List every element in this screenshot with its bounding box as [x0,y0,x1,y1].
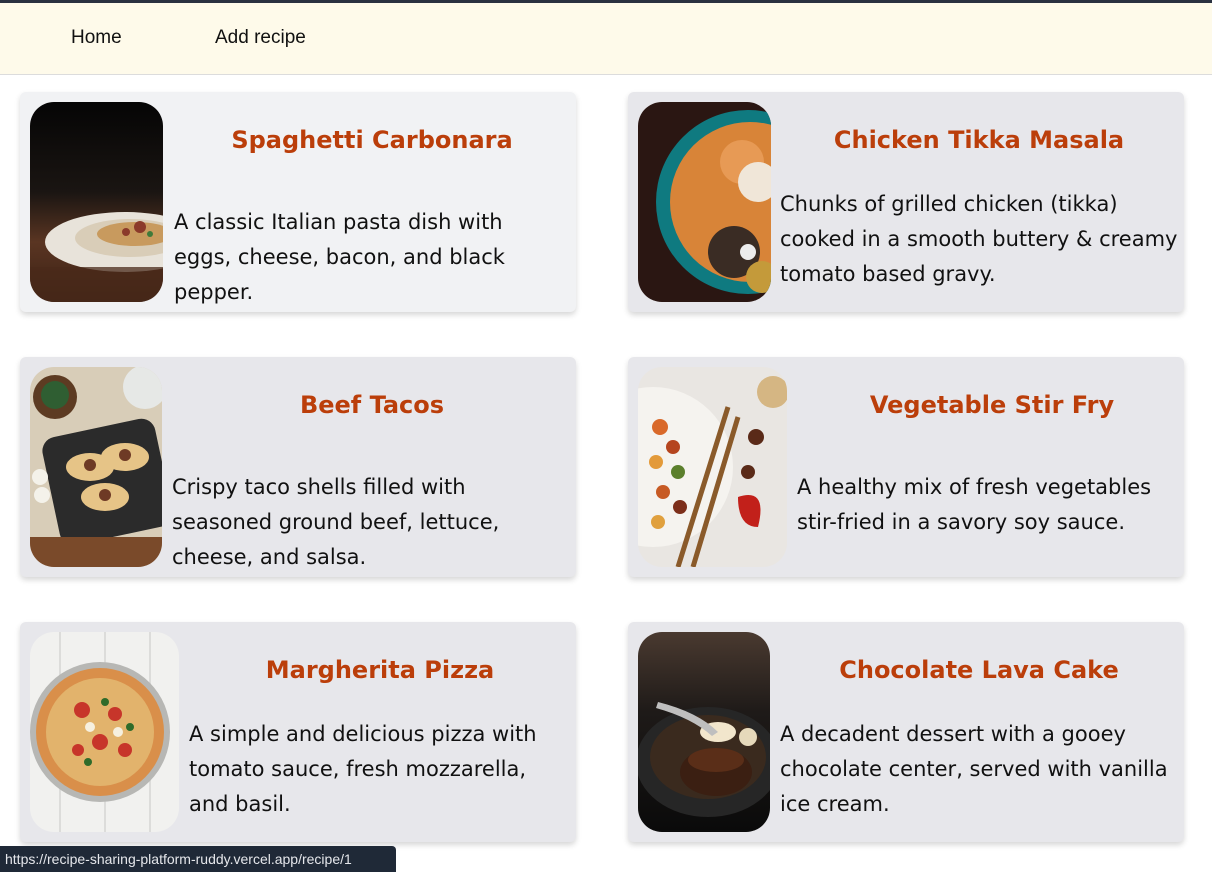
recipe-description: A decadent dessert with a gooey chocolat… [780,722,1168,816]
curry-bowl-icon [638,102,771,302]
recipe-title: Chocolate Lava Cake [839,656,1119,684]
recipe-description: A classic Italian pasta dish with eggs, … [174,210,505,304]
recipe-card-vegetable-stir-fry[interactable]: Vegetable Stir Fry A healthy mix of fres… [628,357,1184,577]
recipe-title: Vegetable Stir Fry [869,391,1115,419]
recipe-description: A healthy mix of fresh vegetables stir-f… [797,475,1152,534]
nav-add-recipe-link[interactable]: Add recipe [215,27,306,49]
pasta-plate-icon [30,102,163,302]
recipe-description: A simple and delicious pizza with tomato… [189,722,537,816]
recipe-card-chocolate-lava-cake[interactable]: Chocolate Lava Cake A decadent dessert w… [628,622,1184,842]
recipe-title: Margherita Pizza [265,656,495,684]
recipe-description: Chunks of grilled chicken (tikka) cooked… [780,192,1178,286]
recipe-card-spaghetti-carbonara[interactable]: Spaghetti Carbonara A classic Italian pa… [20,92,576,312]
recipe-card-beef-tacos[interactable]: Beef Tacos Crispy taco shells filled wit… [20,357,576,577]
recipe-title: Chicken Tikka Masala [833,126,1125,154]
recipe-description: Crispy taco shells filled with seasoned … [172,475,500,569]
recipe-title: Beef Tacos [299,391,445,419]
recipe-card-chicken-tikka-masala[interactable]: Chicken Tikka Masala Chunks of grilled c… [628,92,1184,312]
recipe-card-margherita-pizza[interactable]: Margherita Pizza A simple and delicious … [20,622,576,842]
stir-fry-plate-icon [638,367,787,567]
tacos-tray-icon [30,367,162,567]
recipe-title: Spaghetti Carbonara [231,126,513,154]
pizza-icon [30,632,179,832]
link-status-bar: https://recipe-sharing-platform-ruddy.ve… [0,846,396,872]
lava-cake-icon [638,632,770,832]
nav-home-link[interactable]: Home [71,27,122,49]
navbar: Home Add recipe [0,3,1212,75]
